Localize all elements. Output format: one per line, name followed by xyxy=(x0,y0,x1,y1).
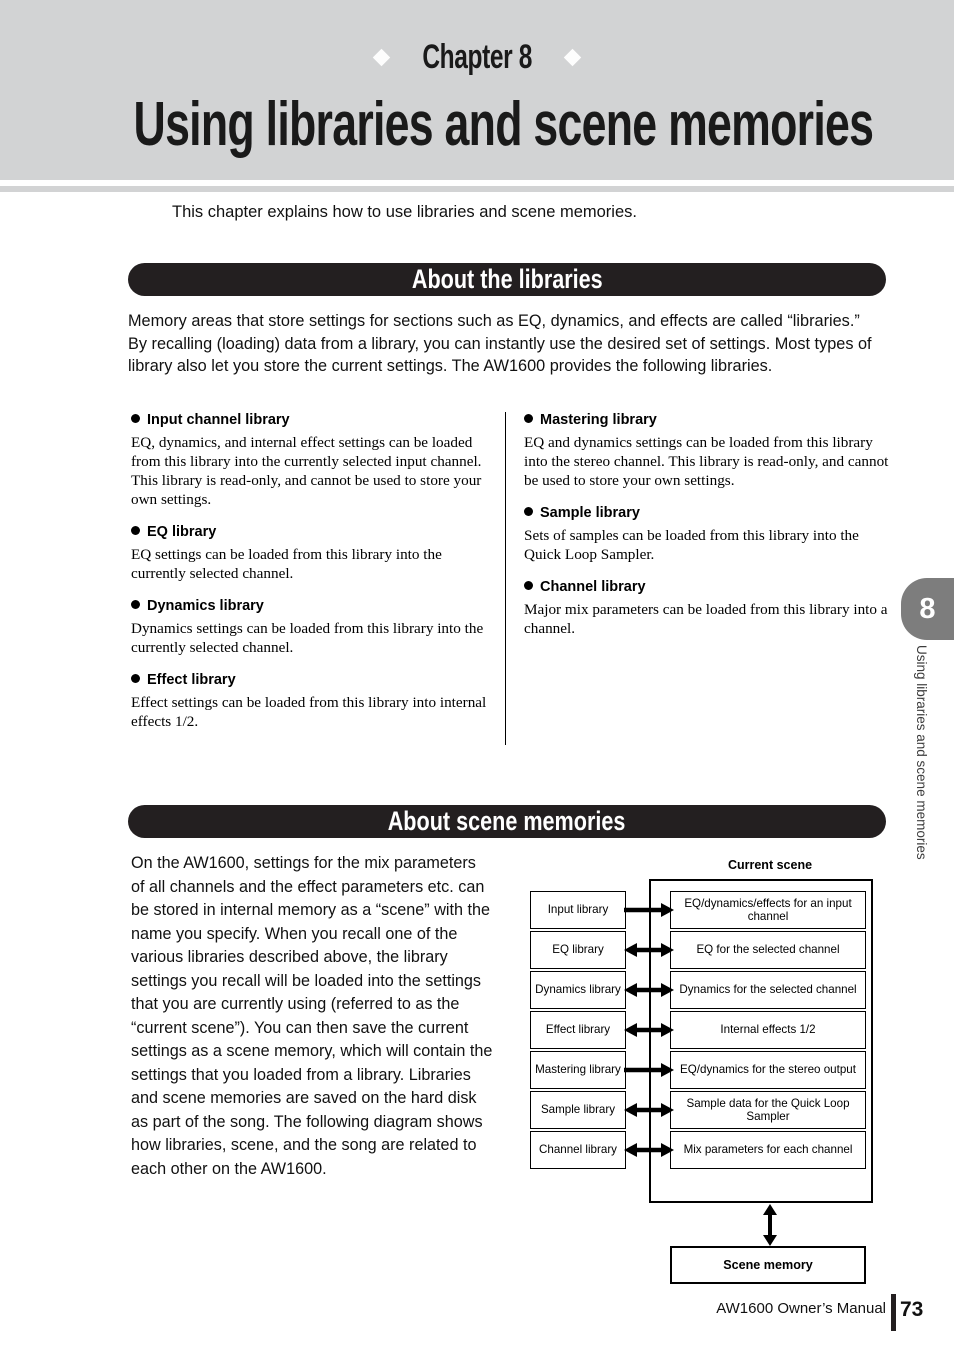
section-header-scene-memories: About scene memories xyxy=(128,805,886,838)
library-entry-body: Effect settings can be loaded from this … xyxy=(131,694,487,730)
right-arrow-icon xyxy=(624,900,674,920)
double-arrow-icon xyxy=(624,940,674,960)
library-entry-body: Sets of samples can be loaded from this … xyxy=(524,527,859,563)
double-arrow-icon xyxy=(624,1140,674,1160)
bullet-icon xyxy=(131,600,140,609)
double-arrow-icon xyxy=(624,1020,674,1040)
library-entry-heading-text: Mastering library xyxy=(540,412,657,428)
library-entry-heading-text: Sample library xyxy=(540,505,640,521)
diagram-memory-arrow-icon xyxy=(760,1204,780,1246)
library-entry-heading: Sample library xyxy=(524,505,896,521)
library-entry-heading-text: Dynamics library xyxy=(147,598,264,614)
library-entry-heading: Channel library xyxy=(524,579,896,595)
library-entry-heading: Input channel library xyxy=(131,412,491,428)
bullet-icon xyxy=(524,507,533,516)
bullet-icon xyxy=(131,674,140,683)
double-arrow-icon xyxy=(624,980,674,1000)
bullet-icon xyxy=(524,414,533,423)
diagram-target-box: Sample data for the Quick Loop Sampler xyxy=(670,1091,866,1129)
diagram-library-box: Sample library xyxy=(530,1091,626,1129)
library-entry-body: EQ settings can be loaded from this libr… xyxy=(131,546,442,582)
chapter-side-tab-number: 8 xyxy=(919,592,936,625)
library-entry: Mastering library EQ and dynamics setting… xyxy=(524,412,896,490)
right-arrow-icon xyxy=(624,1060,674,1080)
library-entry-body: Dynamics settings can be loaded from thi… xyxy=(131,620,484,656)
library-entry: Sample library Sets of samples can be loa… xyxy=(524,505,896,564)
libraries-column-left: Input channel library EQ, dynamics, and i… xyxy=(131,412,491,746)
section-header-libraries-label: About the libraries xyxy=(411,264,603,294)
library-entry-heading: Mastering library xyxy=(524,412,896,428)
library-scene-diagram: Current scene Input library EQ/dynamics/e… xyxy=(520,858,890,1288)
diamond-left-icon xyxy=(372,48,391,67)
footer-rule xyxy=(891,1294,896,1331)
bullet-icon xyxy=(131,414,140,423)
library-entry-heading-text: Effect library xyxy=(147,672,236,688)
diamond-right-icon xyxy=(563,48,582,67)
diagram-target-box: EQ/dynamics/effects for an input channel xyxy=(670,891,866,929)
library-entry-heading: EQ library xyxy=(131,524,491,540)
chapter-eyebrow: Chapter 8 xyxy=(422,38,532,76)
chapter-side-tab-label: Using libraries and scene memories xyxy=(914,645,929,860)
diagram-target-box: EQ for the selected channel xyxy=(670,931,866,969)
diagram-library-box: EQ library xyxy=(530,931,626,969)
library-entry: Effect library Effect settings can be loa… xyxy=(131,672,491,731)
diagram-library-box: Dynamics library xyxy=(530,971,626,1009)
library-entry: Channel library Major mix parameters can … xyxy=(524,579,896,638)
library-entry-heading-text: Channel library xyxy=(540,579,646,595)
footer-manual-title: AW1600 Owner’s Manual xyxy=(716,1300,886,1317)
page-title: Using libraries and scene memories xyxy=(133,90,874,159)
diagram-target-box: Dynamics for the selected channel xyxy=(670,971,866,1009)
diagram-library-box: Effect library xyxy=(530,1011,626,1049)
chapter-banner: Chapter 8 Using libraries and scene memo… xyxy=(0,0,954,180)
diagram-target-box: EQ/dynamics for the stereo output xyxy=(670,1051,866,1089)
library-entry: Dynamics library Dynamics settings can be… xyxy=(131,598,491,657)
footer-page-number: 73 xyxy=(900,1298,924,1321)
section-header-libraries: About the libraries xyxy=(128,263,886,296)
banner-rule xyxy=(0,186,954,192)
library-entry-heading-text: Input channel library xyxy=(147,412,290,428)
libraries-column-right: Mastering library EQ and dynamics setting… xyxy=(524,412,896,653)
chapter-intro: This chapter explains how to use librari… xyxy=(172,203,637,221)
diagram-library-box: Input library xyxy=(530,891,626,929)
library-entry: Input channel library EQ, dynamics, and i… xyxy=(131,412,491,509)
bullet-icon xyxy=(131,526,140,535)
chapter-side-tab: 8 xyxy=(901,578,954,640)
double-arrow-icon xyxy=(624,1100,674,1120)
diagram-target-box: Internal effects 1/2 xyxy=(670,1011,866,1049)
bullet-icon xyxy=(524,581,533,590)
library-entry: EQ library EQ settings can be loaded from… xyxy=(131,524,491,583)
diagram-target-box: Mix parameters for each channel xyxy=(670,1131,866,1169)
library-entry-heading-text: EQ library xyxy=(147,524,217,540)
column-divider xyxy=(505,412,506,745)
libraries-intro: Memory areas that store settings for sec… xyxy=(128,312,872,375)
library-entry-body: Major mix parameters can be loaded from … xyxy=(524,601,888,637)
diagram-library-box: Mastering library xyxy=(530,1051,626,1089)
library-entry-heading: Dynamics library xyxy=(131,598,491,614)
diagram-library-box: Channel library xyxy=(530,1131,626,1169)
library-entry-heading: Effect library xyxy=(131,672,491,688)
scene-memories-body: On the AW1600, settings for the mix para… xyxy=(131,852,493,1181)
library-entry-body: EQ, dynamics, and internal effect settin… xyxy=(131,434,482,508)
diagram-current-scene-label: Current scene xyxy=(727,858,813,872)
scene-memories-paragraph: When you recall one of the various libra… xyxy=(131,924,493,1131)
diagram-scene-memory-box: Scene memory xyxy=(670,1246,866,1284)
library-entry-body: EQ and dynamics settings can be loaded f… xyxy=(524,434,889,489)
chapter-eyebrow-row: Chapter 8 xyxy=(0,0,954,77)
section-header-scene-memories-label: About scene memories xyxy=(388,806,626,836)
